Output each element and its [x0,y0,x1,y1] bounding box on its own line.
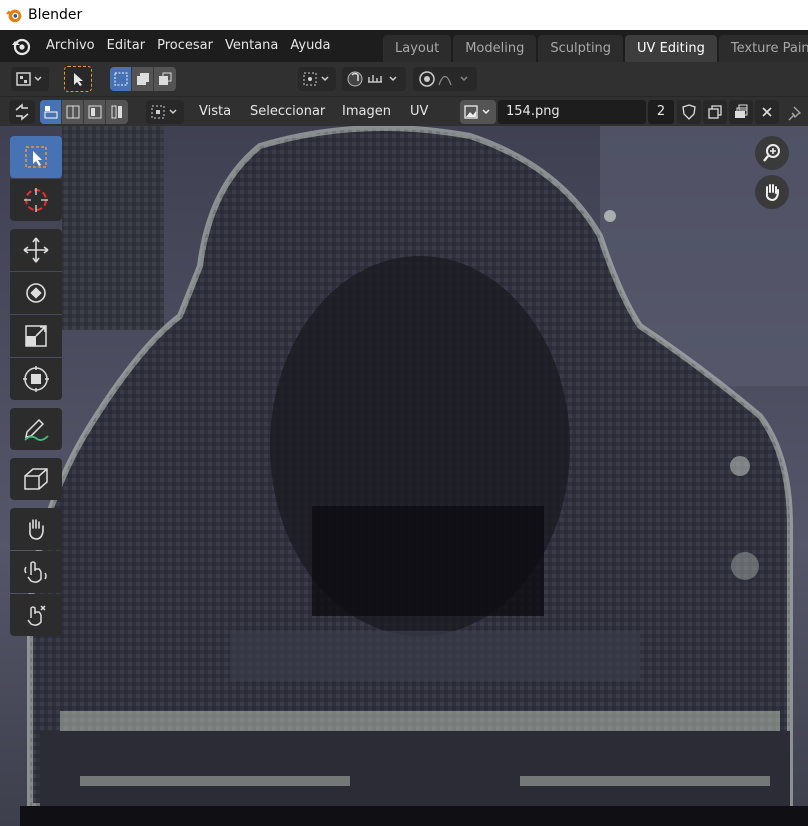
pivot-point-button[interactable] [298,67,336,91]
tool-pinch[interactable] [10,594,62,636]
menu-ayuda[interactable]: Ayuda [284,34,336,58]
duplicate-icon [708,105,722,119]
image-user-count[interactable]: 2 [648,100,674,124]
transform-icon [23,366,49,392]
sync-selection-button[interactable] [9,100,35,124]
select-subtract-icon[interactable] [154,67,176,91]
tool-settings-header [0,62,808,96]
select-new-icon[interactable] [110,67,132,91]
window-title: Blender [28,7,83,23]
sticky-selection-button[interactable] [146,100,184,124]
close-icon [762,107,772,117]
tool-scale[interactable] [10,315,62,357]
blender-logo-icon [5,9,22,23]
selection-mode-group [110,67,176,91]
face-select-icon[interactable] [84,100,106,124]
tab-uv-editing[interactable]: UV Editing [625,35,717,62]
menu-ventana[interactable]: Ventana [219,34,284,58]
window-titlebar: Blender [0,0,808,30]
uv-select-mode-group [40,100,128,124]
pan-view-button[interactable] [755,175,789,209]
blender-menu-icon[interactable] [10,35,32,57]
sync-selection-icon [15,103,29,121]
scale-icon [25,325,47,347]
edge-select-icon[interactable] [62,100,84,124]
tab-modeling[interactable]: Modeling [453,35,537,62]
top-menu-bar: Archivo Editar Procesar Ventana Ayuda La… [0,30,808,62]
stack-icon [735,104,748,118]
vertex-select-icon[interactable] [40,100,62,124]
uv-image-viewport[interactable] [0,126,808,826]
editor-type-button[interactable] [11,67,49,91]
proportional-editing-button[interactable] [413,67,477,91]
tool-grab[interactable] [10,508,62,550]
menu-uv[interactable]: UV [410,100,428,124]
menu-procesar[interactable]: Procesar [151,34,219,58]
image-name-field[interactable]: 154.png [498,100,646,124]
select-box-icon [25,146,47,168]
cursor-arrow-icon [74,73,83,86]
menu-seleccionar[interactable]: Seleccionar [250,100,325,124]
uv-editor-header: Vista Seleccionar Imagen UV 154.png 2 [0,96,808,126]
tab-layout[interactable]: Layout [383,35,452,62]
menu-archivo[interactable]: Archivo [40,34,101,58]
grab-hand-icon [29,519,44,540]
image-icon [464,105,490,119]
menu-imagen[interactable]: Imagen [342,100,391,124]
tool-rip-region[interactable] [10,458,62,500]
island-select-icon[interactable] [106,100,128,124]
open-image-button[interactable] [729,100,753,124]
pinch-icon [27,605,46,626]
shield-icon [682,104,696,120]
move-icon [23,237,49,263]
pin-icon[interactable] [786,103,806,123]
new-image-button[interactable] [703,100,727,124]
snap-button[interactable] [342,67,406,91]
annotate-pencil-icon [24,418,49,441]
tool-rotate[interactable] [10,272,62,314]
tab-sculpting[interactable]: Sculpting [538,35,624,62]
tab-texture-paint[interactable]: Texture Paint [718,35,808,62]
hand-icon [765,184,779,202]
rip-region-icon [24,468,48,490]
texture-image [20,126,808,826]
zoom-view-button[interactable] [755,136,789,170]
rotate-icon [26,283,46,303]
pivot-icon [303,72,329,86]
tool-move[interactable] [10,229,62,271]
menu-editar[interactable]: Editar [101,34,152,58]
tool-transform[interactable] [10,358,62,400]
tool-select-box[interactable] [10,136,62,178]
proportional-edit-icon [419,71,468,87]
sticky-selection-icon [151,105,177,119]
image-browse-button[interactable] [460,100,496,124]
snap-magnet-icon [347,71,397,87]
tool-annotate[interactable] [10,408,62,450]
select-extend-icon[interactable] [132,67,154,91]
tool-cursor[interactable] [10,179,62,221]
workspace-tabs: Layout Modeling Sculpting UV Editing Tex… [383,35,808,62]
fake-user-button[interactable] [677,100,701,124]
cursor-crosshair-icon [24,188,48,212]
relax-icon [24,561,47,583]
menu-vista[interactable]: Vista [199,100,231,124]
tool-relax[interactable] [10,551,62,593]
select-mode-button[interactable] [64,66,92,92]
zoom-icon [763,144,780,162]
image-editor-icon [16,72,42,86]
unlink-image-button[interactable] [755,100,779,124]
